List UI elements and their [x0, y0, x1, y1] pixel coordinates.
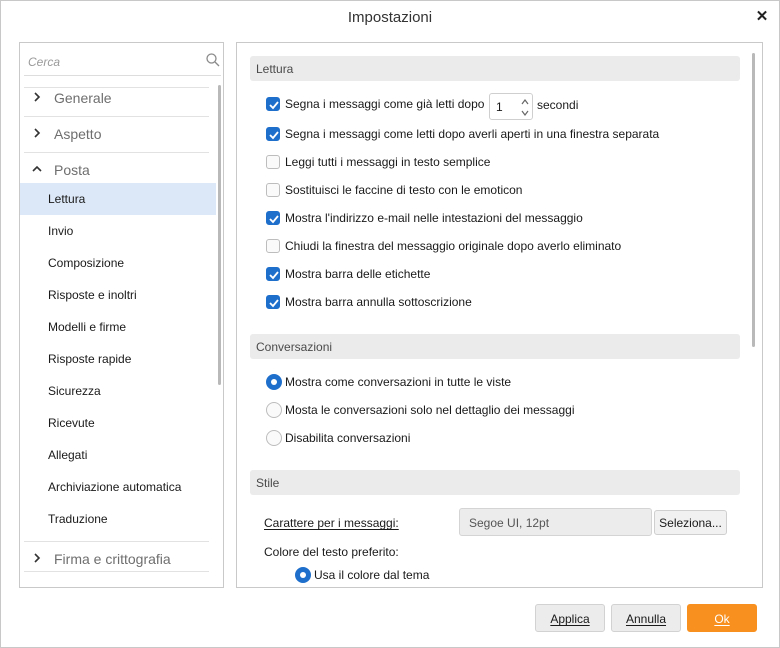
nav-item-modelli-firme[interactable]: Modelli e firme — [20, 311, 216, 343]
divider — [24, 541, 209, 542]
chevron-up-icon — [32, 165, 42, 172]
nav-item-label: Risposte e inoltri — [48, 288, 137, 302]
nav-group-posta[interactable]: Posta — [20, 157, 216, 183]
settings-content: Lettura Segna i messaggi come già letti … — [236, 42, 763, 588]
section-header-stile: Stile — [250, 470, 740, 495]
option-label: Mostra barra annulla sottoscrizione — [285, 295, 472, 309]
option-label: Segna i messaggi come già letti dopo — [285, 97, 485, 111]
divider — [24, 116, 209, 117]
settings-dialog: Impostazioni ✕ Cerca Generale Aspetto Po… — [0, 0, 780, 648]
button-label: Applica — [550, 612, 590, 626]
search-input[interactable]: Cerca — [28, 55, 60, 69]
nav-item-label: Composizione — [48, 256, 125, 270]
nav-item-label: Invio — [48, 224, 74, 238]
nav-group-generale[interactable]: Generale — [20, 85, 216, 111]
checkbox[interactable] — [266, 211, 280, 225]
font-label: Carattere per i messaggi: — [264, 516, 399, 530]
nav-group-firma-crittografia[interactable]: Firma e crittografia — [20, 546, 216, 572]
section-title: Conversazioni — [256, 340, 333, 354]
nav-item-ricevute[interactable]: Ricevute — [20, 407, 216, 439]
nav-group-aspetto[interactable]: Aspetto — [20, 121, 216, 147]
chevron-up-icon[interactable] — [520, 97, 530, 107]
checkbox[interactable] — [266, 267, 280, 281]
section-header-lettura: Lettura — [250, 56, 740, 81]
nav-item-sicurezza[interactable]: Sicurezza — [20, 375, 216, 407]
checkbox[interactable] — [266, 239, 280, 253]
nav-item-label: Allegati — [48, 448, 88, 462]
nav-item-label: Ricevute — [48, 416, 95, 430]
title-bar: Impostazioni ✕ — [1, 1, 779, 35]
delay-stepper[interactable]: 1 — [489, 93, 533, 120]
option-label: Sostituisci le faccine di testo con le e… — [285, 183, 523, 197]
section-title: Stile — [256, 476, 280, 490]
nav-group-label: Firma e crittografia — [54, 551, 171, 567]
option-label: Mosta le conversazioni solo nel dettagli… — [285, 403, 575, 417]
checkbox[interactable] — [266, 183, 280, 197]
nav-item-invio[interactable]: Invio — [20, 215, 216, 247]
nav-item-label: Sicurezza — [48, 384, 101, 398]
section-title: Lettura — [256, 62, 294, 76]
search-field[interactable]: Cerca — [24, 46, 221, 76]
checkbox[interactable] — [266, 127, 280, 141]
close-icon[interactable]: ✕ — [753, 7, 771, 27]
nav-item-archiviazione[interactable]: Archiviazione automatica — [20, 471, 216, 503]
nav-item-allegati[interactable]: Allegati — [20, 439, 216, 471]
nav-item-composizione[interactable]: Composizione — [20, 247, 216, 279]
option-label: Usa il colore dal tema — [314, 568, 430, 582]
radio[interactable] — [266, 374, 282, 390]
button-label: Annulla — [625, 612, 667, 626]
nav-item-label: Traduzione — [48, 512, 108, 526]
option-label: Segna i messaggi come letti dopo averli … — [285, 127, 660, 141]
dialog-title: Impostazioni — [347, 9, 433, 26]
apply-button[interactable]: Applica — [535, 604, 605, 632]
nav-group-label: Generale — [54, 90, 112, 106]
chevron-right-icon — [34, 553, 41, 563]
option-label: Chiudi la finestra del messaggio origina… — [285, 239, 622, 253]
nav-item-label: Risposte rapide — [48, 352, 132, 366]
sidebar-scrollbar[interactable] — [218, 85, 221, 385]
chevron-right-icon — [34, 128, 41, 138]
button-label: Seleziona... — [659, 516, 722, 530]
nav-group-label: Posta — [54, 162, 90, 178]
option-label: Mostra come conversazioni in tutte le vi… — [285, 375, 512, 389]
content-scrollbar[interactable] — [752, 53, 755, 347]
nav-item-risposte-inoltri[interactable]: Risposte e inoltri — [20, 279, 216, 311]
settings-sidebar: Cerca Generale Aspetto Posta Lettura Inv… — [19, 42, 224, 588]
ok-button[interactable]: Ok — [687, 604, 757, 632]
delay-unit: secondi — [537, 98, 579, 112]
option-label: Leggi tutti i messaggi in testo semplice — [285, 155, 491, 169]
nav-item-risposte-rapide[interactable]: Risposte rapide — [20, 343, 216, 375]
option-label: Mostra l'indirizzo e-mail nelle intestaz… — [285, 211, 583, 225]
font-value: Segoe UI, 12pt — [469, 516, 550, 530]
chevron-right-icon — [34, 92, 41, 102]
button-label: Ok — [714, 612, 730, 626]
nav-item-traduzione[interactable]: Traduzione — [20, 503, 216, 535]
select-font-button[interactable]: Seleziona... — [654, 510, 727, 535]
checkbox[interactable] — [266, 155, 280, 169]
search-icon — [206, 53, 220, 67]
radio[interactable] — [266, 402, 282, 418]
option-label: Mostra barra delle etichette — [285, 267, 431, 281]
delay-value[interactable]: 1 — [496, 100, 503, 114]
radio[interactable] — [266, 430, 282, 446]
nav-item-label: Modelli e firme — [48, 320, 127, 334]
checkbox[interactable] — [266, 295, 280, 309]
divider — [24, 571, 209, 572]
font-display-field: Segoe UI, 12pt — [459, 508, 652, 536]
radio[interactable] — [295, 567, 311, 583]
text-color-label: Colore del testo preferito: — [264, 545, 399, 559]
option-label: Disabilita conversazioni — [285, 431, 411, 445]
nav-item-label: Lettura — [48, 192, 86, 206]
cancel-button[interactable]: Annulla — [611, 604, 681, 632]
nav-item-label: Archiviazione automatica — [48, 480, 182, 494]
nav-group-label: Aspetto — [54, 126, 102, 142]
nav-item-lettura[interactable]: Lettura — [20, 183, 216, 215]
section-header-conversazioni: Conversazioni — [250, 334, 740, 359]
divider — [24, 152, 209, 153]
checkbox[interactable] — [266, 97, 280, 111]
chevron-down-icon[interactable] — [520, 108, 530, 118]
